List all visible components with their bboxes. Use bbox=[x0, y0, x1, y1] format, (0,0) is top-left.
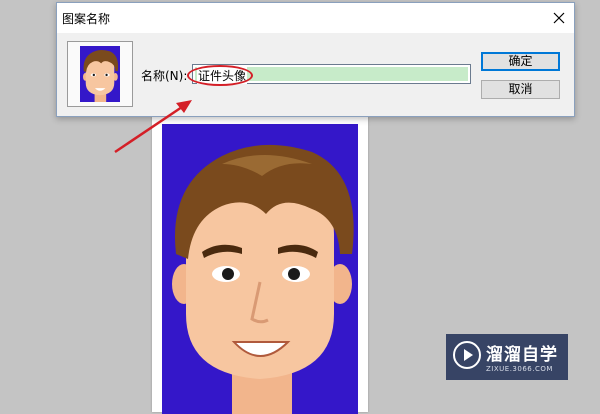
play-icon bbox=[452, 340, 482, 370]
watermark-brand: 溜溜自学 bbox=[486, 345, 558, 365]
watermark: 溜溜自学 ZIXUE.3066.COM bbox=[446, 334, 568, 380]
watermark-url: ZIXUE.3066.COM bbox=[486, 365, 553, 373]
